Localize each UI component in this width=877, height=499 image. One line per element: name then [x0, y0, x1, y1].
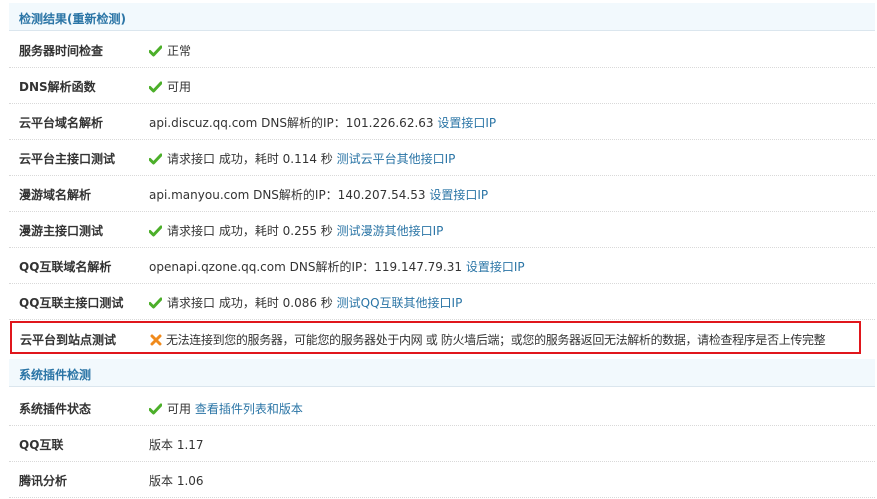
row-label: QQ互联域名解析: [19, 260, 112, 274]
row-value: 可用: [149, 78, 191, 95]
row-text: 可用: [167, 402, 192, 416]
cross-icon: [150, 334, 162, 346]
set-interface-ip-link[interactable]: 设置接口IP: [437, 116, 496, 130]
section-header-plugin-check: 系统插件检测: [9, 359, 875, 387]
check-row-dns-function: DNS解析函数 可用: [9, 68, 875, 104]
set-interface-ip-link[interactable]: 设置接口IP: [429, 188, 488, 202]
check-icon: [149, 225, 162, 237]
check-icon: [149, 297, 162, 309]
section-title: 系统插件检测: [19, 368, 92, 382]
row-text: 请求接口 成功，耗时 0.086 秒: [167, 296, 333, 310]
row-value: 版本 1.17: [149, 436, 204, 453]
row-text: 请求接口 成功，耗时 0.255 秒: [167, 224, 333, 238]
test-cloud-other-ip-link[interactable]: 测试云平台其他接口IP: [337, 152, 456, 166]
row-label: 云平台到站点测试: [20, 333, 117, 347]
row-label: 漫游域名解析: [19, 188, 92, 202]
view-plugin-list-link[interactable]: 查看插件列表和版本: [195, 402, 303, 416]
row-value: 可用 查看插件列表和版本: [149, 400, 303, 417]
row-value: openapi.qzone.qq.com DNS解析的IP：119.147.79…: [149, 258, 525, 275]
row-text: api.manyou.com DNS解析的IP：140.207.54.53: [149, 188, 426, 202]
check-row-manyou-domain: 漫游域名解析 api.manyou.com DNS解析的IP：140.207.5…: [9, 176, 875, 212]
row-label: 云平台域名解析: [19, 116, 104, 130]
check-icon: [149, 81, 162, 93]
row-label: 系统插件状态: [19, 402, 92, 416]
check-row-qq-connect-main-interface: QQ互联主接口测试 请求接口 成功，耗时 0.086 秒 测试QQ互联其他接口I…: [9, 284, 875, 320]
row-label: DNS解析函数: [19, 80, 96, 94]
row-value: 请求接口 成功，耗时 0.255 秒 测试漫游其他接口IP: [149, 222, 443, 239]
row-text: 请求接口 成功，耗时 0.114 秒: [167, 152, 333, 166]
check-row-server-time: 服务器时间检查 正常: [9, 32, 875, 68]
row-value: 无法连接到您的服务器，可能您的服务器处于内网 或 防火墙后端；或您的服务器返回无…: [150, 331, 826, 348]
check-row-cloud-main-interface: 云平台主接口测试 请求接口 成功，耗时 0.114 秒 测试云平台其他接口IP: [9, 140, 875, 176]
check-row-manyou-main-interface: 漫游主接口测试 请求接口 成功，耗时 0.255 秒 测试漫游其他接口IP: [9, 212, 875, 248]
check-row-qq-connect-domain: QQ互联域名解析 openapi.qzone.qq.com DNS解析的IP：1…: [9, 248, 875, 284]
check-row-cloud-domain: 云平台域名解析 api.discuz.qq.com DNS解析的IP：101.2…: [9, 104, 875, 140]
section-title[interactable]: 检测结果(重新检测): [19, 10, 126, 27]
set-interface-ip-link[interactable]: 设置接口IP: [466, 260, 525, 274]
row-value: api.discuz.qq.com DNS解析的IP：101.226.62.63…: [149, 114, 496, 131]
row-text: 正常: [167, 44, 192, 58]
row-label: 云平台主接口测试: [19, 152, 116, 166]
check-row-tencent-analytics-version: 腾讯分析 版本 1.06: [9, 462, 875, 498]
row-label: QQ互联: [19, 438, 64, 452]
row-text: 可用: [167, 80, 192, 94]
check-row-plugin-status: 系统插件状态 可用 查看插件列表和版本: [9, 390, 875, 426]
version-text: 版本 1.06: [149, 474, 204, 488]
row-value: api.manyou.com DNS解析的IP：140.207.54.53 设置…: [149, 186, 488, 203]
row-value: 正常: [149, 42, 191, 59]
check-row-qq-connect-version: QQ互联 版本 1.17: [9, 426, 875, 462]
check-icon: [149, 403, 162, 415]
section-header-check-results: 检测结果(重新检测): [9, 3, 875, 31]
check-row-cloud-to-site-error: 云平台到站点测试 无法连接到您的服务器，可能您的服务器处于内网 或 防火墙后端；…: [10, 321, 861, 354]
row-text: openapi.qzone.qq.com DNS解析的IP：119.147.79…: [149, 260, 463, 274]
row-label: 腾讯分析: [19, 474, 68, 488]
error-text: 无法连接到您的服务器，可能您的服务器处于内网 或 防火墙后端；或您的服务器返回无…: [166, 333, 826, 347]
row-value: 请求接口 成功，耗时 0.086 秒 测试QQ互联其他接口IP: [149, 294, 462, 311]
check-icon: [149, 45, 162, 57]
version-text: 版本 1.17: [149, 438, 204, 452]
row-label: QQ互联主接口测试: [19, 296, 124, 310]
test-qq-connect-other-ip-link[interactable]: 测试QQ互联其他接口IP: [337, 296, 463, 310]
row-value: 版本 1.06: [149, 472, 204, 489]
row-value: 请求接口 成功，耗时 0.114 秒 测试云平台其他接口IP: [149, 150, 455, 167]
row-text: api.discuz.qq.com DNS解析的IP：101.226.62.63: [149, 116, 434, 130]
row-label: 漫游主接口测试: [19, 224, 104, 238]
check-icon: [149, 153, 162, 165]
row-label: 服务器时间检查: [19, 44, 104, 58]
test-manyou-other-ip-link[interactable]: 测试漫游其他接口IP: [337, 224, 444, 238]
